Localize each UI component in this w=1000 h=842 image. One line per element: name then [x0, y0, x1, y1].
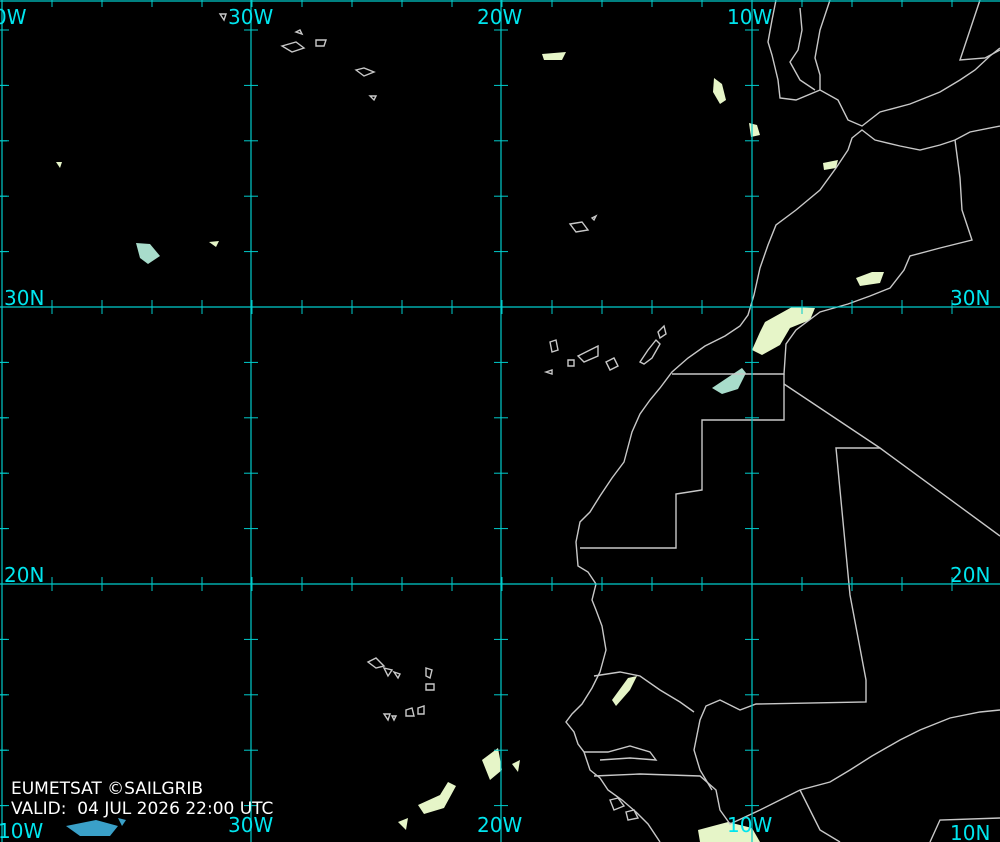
lon-label-top: 0W: [0, 5, 27, 29]
credits-valid-prefix: VALID:: [11, 799, 67, 819]
lon-label-top: 30W: [228, 5, 273, 29]
lat-label-right: 20N: [950, 563, 990, 587]
lat-label-left: 20N: [4, 563, 44, 587]
map-background: [0, 0, 1000, 842]
credits-source: EUMETSAT ©SAILGRIB: [11, 779, 204, 799]
lon-label-top: 20W: [477, 5, 522, 29]
credits-footer: EUMETSAT ©SAILGRIB VALID: 04 JUL 2026 22…: [11, 779, 273, 819]
lon-label-bottom: 10W: [0, 819, 43, 842]
lon-label-bottom: 10W: [727, 813, 772, 837]
lat-label-right: 30N: [950, 286, 990, 310]
lon-label-bottom: 20W: [477, 813, 522, 837]
lon-label-top: 10W: [727, 5, 772, 29]
satellite-map: 0W 30W 20W 10W 10W 30W 20W 10W 30N 20N 3…: [0, 0, 1000, 842]
lat-label-right-bottom: 10N: [950, 821, 990, 842]
lat-label-left: 30N: [4, 286, 44, 310]
credits-valid-time: 04 JUL 2026 22:00 UTC: [77, 799, 274, 819]
